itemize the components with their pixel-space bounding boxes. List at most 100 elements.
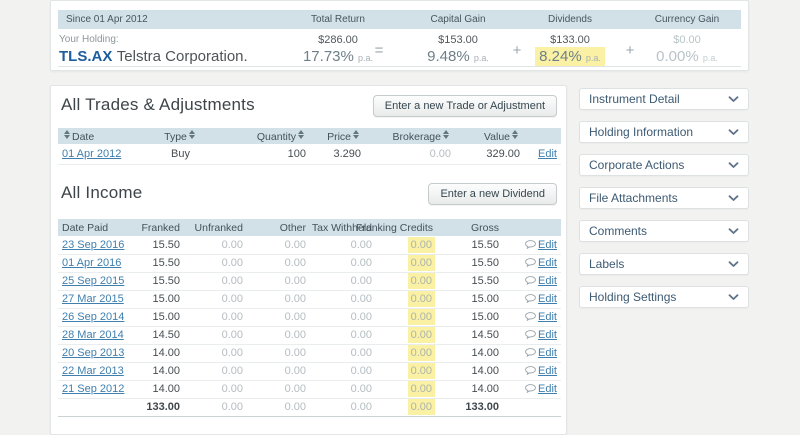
income-unfranked: 0.00 bbox=[182, 344, 245, 363]
panel-comments[interactable]: Comments bbox=[579, 220, 749, 242]
trades-col-type[interactable]: Type bbox=[143, 128, 218, 144]
income-edit-link[interactable]: Edit bbox=[538, 257, 557, 269]
new-trade-button[interactable]: Enter a new Trade or Adjustment bbox=[372, 95, 557, 117]
income-row: 25 Sep 2015 15.50 0.00 0.00 0.00 0.00 15… bbox=[58, 272, 561, 291]
trades-header-row: Date Type Quantity Price Brokerage Value bbox=[58, 128, 561, 144]
comment-icon[interactable] bbox=[525, 258, 536, 268]
sort-icon bbox=[64, 129, 70, 139]
income-gross: 15.00 bbox=[435, 290, 501, 309]
panel-label: File Attachments bbox=[589, 191, 678, 205]
income-date-link[interactable]: 28 Mar 2014 bbox=[62, 329, 124, 341]
panel-labels[interactable]: Labels bbox=[579, 253, 749, 275]
income-unfranked: 0.00 bbox=[182, 362, 245, 381]
totals-unfranked: 0.00 bbox=[182, 398, 245, 417]
panel-label: Instrument Detail bbox=[589, 92, 680, 106]
chevron-down-icon bbox=[728, 161, 739, 168]
income-section-header: All Income Enter a new Dividend bbox=[61, 183, 557, 205]
panel-label: Labels bbox=[589, 257, 625, 271]
sort-icon bbox=[298, 129, 304, 139]
income-col-gross: Gross bbox=[435, 219, 501, 236]
sort-icon bbox=[353, 129, 359, 139]
income-franking-credits: 0.00 bbox=[374, 254, 435, 273]
total-return-pct: 17.73% bbox=[302, 48, 354, 65]
currency-gain-pct: 0.00% bbox=[656, 48, 699, 65]
your-holding-label: Your Holding: bbox=[59, 34, 119, 45]
income-date-link[interactable]: 23 Sep 2016 bbox=[62, 239, 124, 251]
income-edit-link[interactable]: Edit bbox=[538, 311, 557, 323]
income-date-link[interactable]: 20 Sep 2013 bbox=[62, 347, 124, 359]
income-row: 22 Mar 2013 14.00 0.00 0.00 0.00 0.00 14… bbox=[58, 362, 561, 381]
income-date-link[interactable]: 21 Sep 2012 bbox=[62, 383, 124, 395]
income-edit-link[interactable]: Edit bbox=[538, 329, 557, 341]
income-date-link[interactable]: 25 Sep 2015 bbox=[62, 275, 124, 287]
summary-divider bbox=[58, 66, 741, 67]
income-title: All Income bbox=[61, 183, 143, 202]
holding-sidebar: Instrument Detail Holding Information Co… bbox=[579, 88, 749, 308]
trade-price: 3.290 bbox=[308, 144, 363, 165]
panel-holding-information[interactable]: Holding Information bbox=[579, 121, 749, 143]
income-row: 21 Sep 2012 14.00 0.00 0.00 0.00 0.00 14… bbox=[58, 380, 561, 399]
comment-icon[interactable] bbox=[525, 348, 536, 358]
trades-col-value[interactable]: Value bbox=[453, 128, 522, 144]
trade-date-link[interactable]: 01 Apr 2012 bbox=[62, 148, 121, 160]
comment-icon[interactable] bbox=[525, 366, 536, 376]
trades-col-actions bbox=[522, 128, 561, 144]
trades-col-brokerage[interactable]: Brokerage bbox=[363, 128, 453, 144]
since-date-label: Since 01 Apr 2012 bbox=[66, 14, 148, 25]
trades-table: Date Type Quantity Price Brokerage Value… bbox=[58, 128, 561, 165]
total-return-header: Total Return bbox=[311, 14, 365, 25]
comment-icon[interactable] bbox=[525, 312, 536, 322]
income-header-row: Date Paid Franked Unfranked Other Tax Wi… bbox=[58, 219, 561, 236]
comment-icon[interactable] bbox=[525, 294, 536, 304]
trades-col-date[interactable]: Date bbox=[58, 128, 143, 144]
trade-brokerage: 0.00 bbox=[363, 144, 453, 165]
income-tax-withheld: 0.00 bbox=[308, 236, 374, 255]
trades-income-card: All Trades & Adjustments Enter a new Tra… bbox=[50, 85, 567, 435]
holding-identity: Your Holding: TLS.AX Telstra Corporation… bbox=[59, 34, 248, 66]
currency-gain-amount: $0.00 bbox=[673, 34, 701, 46]
income-date-link[interactable]: 27 Mar 2015 bbox=[62, 293, 124, 305]
sort-icon bbox=[443, 129, 449, 139]
panel-holding-settings[interactable]: Holding Settings bbox=[579, 286, 749, 308]
income-edit-link[interactable]: Edit bbox=[538, 293, 557, 305]
income-date-link[interactable]: 26 Sep 2014 bbox=[62, 311, 124, 323]
income-edit-link[interactable]: Edit bbox=[538, 239, 557, 251]
income-edit-link[interactable]: Edit bbox=[538, 347, 557, 359]
totals-actions-spacer bbox=[501, 398, 561, 417]
income-col-actions bbox=[501, 219, 561, 236]
pa-label: p.a. bbox=[585, 53, 601, 63]
comment-icon[interactable] bbox=[525, 276, 536, 286]
income-edit-link[interactable]: Edit bbox=[538, 365, 557, 377]
totals-spacer bbox=[58, 398, 143, 417]
income-franked: 14.00 bbox=[143, 362, 182, 381]
chevron-down-icon bbox=[728, 260, 739, 267]
income-franking-credits: 0.00 bbox=[374, 290, 435, 309]
income-other: 0.00 bbox=[245, 308, 308, 327]
income-actions: Edit bbox=[501, 272, 561, 291]
dividends-amount: $133.00 bbox=[550, 34, 590, 46]
income-other: 0.00 bbox=[245, 362, 308, 381]
income-edit-link[interactable]: Edit bbox=[538, 383, 557, 395]
income-date-link[interactable]: 22 Mar 2013 bbox=[62, 365, 124, 377]
comment-icon[interactable] bbox=[525, 384, 536, 394]
income-date-link[interactable]: 01 Apr 2016 bbox=[62, 257, 121, 269]
income-tax-withheld: 0.00 bbox=[308, 380, 374, 399]
panel-instrument-detail[interactable]: Instrument Detail bbox=[579, 88, 749, 110]
comment-icon[interactable] bbox=[525, 239, 536, 250]
income-actions: Edit bbox=[501, 290, 561, 309]
trades-col-price[interactable]: Price bbox=[308, 128, 363, 144]
new-dividend-button[interactable]: Enter a new Dividend bbox=[428, 183, 557, 205]
income-other: 0.00 bbox=[245, 326, 308, 345]
totals-franked: 133.00 bbox=[143, 398, 182, 417]
income-tax-withheld: 0.00 bbox=[308, 290, 374, 309]
panel-file-attachments[interactable]: File Attachments bbox=[579, 187, 749, 209]
trades-section-header: All Trades & Adjustments Enter a new Tra… bbox=[61, 95, 557, 117]
trades-col-quantity[interactable]: Quantity bbox=[218, 128, 308, 144]
trade-edit-link[interactable]: Edit bbox=[538, 148, 557, 160]
income-edit-link[interactable]: Edit bbox=[538, 275, 557, 287]
income-unfranked: 0.00 bbox=[182, 326, 245, 345]
income-gross: 15.50 bbox=[435, 272, 501, 291]
comment-icon[interactable] bbox=[525, 330, 536, 340]
income-actions: Edit bbox=[501, 344, 561, 363]
panel-corporate-actions[interactable]: Corporate Actions bbox=[579, 154, 749, 176]
